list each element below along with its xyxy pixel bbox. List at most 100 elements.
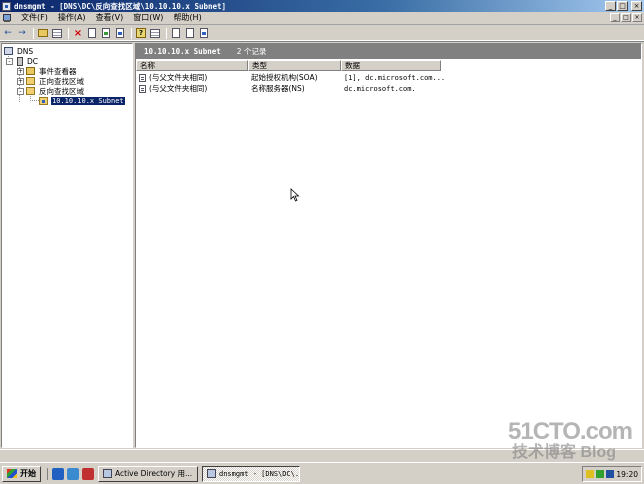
properties-icon xyxy=(88,28,96,38)
details-header: 10.10.10.x Subnet 2 个记录 xyxy=(136,44,641,59)
column-headers: 名称 类型 数据 xyxy=(136,60,441,71)
delete-icon: × xyxy=(73,27,83,39)
security-shield-icon[interactable] xyxy=(586,470,595,478)
toolbar-separator xyxy=(131,27,132,39)
dns-root-icon xyxy=(4,47,13,55)
help-button[interactable]: ? xyxy=(135,27,147,39)
task-label: Active Directory 用... xyxy=(115,469,193,478)
details-title: 10.10.10.x Subnet xyxy=(144,47,221,56)
refresh-icon xyxy=(102,28,110,38)
tree-label-subnet: 10.10.10.x Subnet xyxy=(51,97,125,105)
maximize-button[interactable]: □ xyxy=(617,1,628,11)
windows-flag-icon xyxy=(7,469,17,478)
dnsmgmt-icon xyxy=(207,469,216,478)
view-icon xyxy=(150,28,160,38)
window-title: dnsmgmt - [DNS\DC\反向查找区域\10.10.10.x Subn… xyxy=(14,1,227,11)
clock[interactable]: 19:20 xyxy=(616,470,638,479)
server-icon xyxy=(17,56,23,66)
ie-icon[interactable] xyxy=(52,467,64,480)
menu-view[interactable]: 查看(V) xyxy=(91,12,129,24)
expand-toggle[interactable]: + xyxy=(17,77,24,85)
volume-icon[interactable] xyxy=(606,470,615,478)
new-zone-button[interactable] xyxy=(198,27,210,39)
child-close-button[interactable]: × xyxy=(632,13,642,22)
menu-bar: 文件(F) 操作(A) 查看(V) 窗口(W) 帮助(H) _ □ × xyxy=(0,12,644,25)
tree-node-reverse-zones[interactable]: - 反向查找区域 xyxy=(17,86,85,96)
title-bar[interactable]: dnsmgmt - [DNS\DC\反向查找区域\10.10.10.x Subn… xyxy=(0,0,644,12)
toolbar-separator xyxy=(68,27,69,39)
new-record-button[interactable] xyxy=(184,27,196,39)
taskbar: 开始 Active Directory 用... dnsmgmt - [DNS\… xyxy=(0,462,644,484)
minimize-button[interactable]: _ xyxy=(605,1,616,11)
export-list-icon xyxy=(116,28,124,38)
child-window-controls: _ □ × xyxy=(610,13,642,22)
child-maximize-button[interactable]: □ xyxy=(621,13,631,22)
cell-data: [1], dc.microsoft.com... xyxy=(344,73,446,82)
folder-open-icon xyxy=(26,87,35,95)
console-tree-icon xyxy=(52,28,62,38)
column-header-data[interactable]: 数据 xyxy=(341,60,441,71)
server-record-icon xyxy=(172,28,180,38)
console-tree-pane[interactable]: DNS - DC + 事件查看器 + 正向查找区域 - 反向查找区域 10.10… xyxy=(1,43,133,448)
delete-button[interactable]: × xyxy=(72,27,84,39)
tree-node-subnet[interactable]: 10.10.10.x Subnet xyxy=(39,96,125,106)
menu-file[interactable]: 文件(F) xyxy=(16,12,53,24)
start-button[interactable]: 开始 xyxy=(2,465,41,482)
cell-name: (与父文件夹相同) xyxy=(136,83,248,94)
toolbar: ← → × ? xyxy=(0,26,644,41)
tree-line xyxy=(30,100,39,101)
tree-node-forward-zones[interactable]: + 正向查找区域 xyxy=(17,76,85,86)
vmware-icon[interactable] xyxy=(82,467,94,480)
record-list: (与父文件夹相同) 起始授权机构(SOA) [1], dc.microsoft.… xyxy=(136,72,451,94)
properties-button[interactable] xyxy=(86,27,98,39)
window-controls: _ □ × xyxy=(605,1,642,11)
mouse-cursor-icon xyxy=(290,188,300,202)
menu-help[interactable]: 帮助(H) xyxy=(168,12,206,24)
arrow-left-icon: ← xyxy=(4,28,12,38)
cell-data: dc.microsoft.com. xyxy=(344,84,416,93)
taskbar-button-dnsmgmt[interactable]: dnsmgmt - [DNS\DC\... xyxy=(202,465,300,482)
details-pane[interactable]: 10.10.10.x Subnet 2 个记录 名称 类型 数据 (与父文件夹相… xyxy=(135,43,642,448)
record-icon xyxy=(139,84,146,93)
collapse-toggle[interactable]: - xyxy=(17,87,24,95)
tree-label-dns: DNS xyxy=(17,46,34,56)
table-row[interactable]: (与父文件夹相同) 名称服务器(NS) dc.microsoft.com. xyxy=(136,83,451,94)
tree-node-dc[interactable]: - DC xyxy=(6,56,39,66)
taskbar-button-active-directory[interactable]: Active Directory 用... xyxy=(98,465,198,482)
tree-node-dns[interactable]: DNS xyxy=(4,46,34,56)
arrow-right-icon: → xyxy=(18,28,26,38)
toolbar-separator xyxy=(33,27,34,39)
export-list-button[interactable] xyxy=(114,27,126,39)
column-header-name[interactable]: 名称 xyxy=(136,60,248,71)
desktop-icon[interactable] xyxy=(67,467,79,480)
refresh-button[interactable] xyxy=(100,27,112,39)
folder-icon xyxy=(26,77,35,85)
zone-icon xyxy=(39,97,48,105)
close-button[interactable]: × xyxy=(631,1,642,11)
child-minimize-button[interactable]: _ xyxy=(610,13,620,22)
quick-launch xyxy=(47,467,94,480)
update-server-button[interactable] xyxy=(170,27,182,39)
system-tray: 19:20 xyxy=(582,466,642,482)
view-button[interactable] xyxy=(149,27,161,39)
back-button[interactable]: ← xyxy=(2,27,14,39)
record-count: 2 个记录 xyxy=(236,47,267,56)
record-name: (与父文件夹相同) xyxy=(149,73,208,82)
new-record-icon xyxy=(186,28,194,38)
table-row[interactable]: (与父文件夹相同) 起始授权机构(SOA) [1], dc.microsoft.… xyxy=(136,72,451,83)
column-header-type[interactable]: 类型 xyxy=(248,60,341,71)
menu-window[interactable]: 窗口(W) xyxy=(128,12,168,24)
collapse-toggle[interactable]: - xyxy=(6,57,13,65)
tree-node-event-viewer[interactable]: + 事件查看器 xyxy=(17,66,78,76)
new-zone-icon xyxy=(200,28,208,38)
event-viewer-icon xyxy=(26,67,35,75)
menu-action[interactable]: 操作(A) xyxy=(53,12,91,24)
status-bar xyxy=(0,449,644,461)
mmc-icon[interactable] xyxy=(2,13,12,23)
up-level-button[interactable] xyxy=(37,27,49,39)
expand-toggle[interactable]: + xyxy=(17,67,24,75)
forward-button[interactable]: → xyxy=(16,27,28,39)
show-tree-button[interactable] xyxy=(51,27,63,39)
app-icon[interactable] xyxy=(2,1,11,11)
network-icon[interactable] xyxy=(596,470,605,478)
